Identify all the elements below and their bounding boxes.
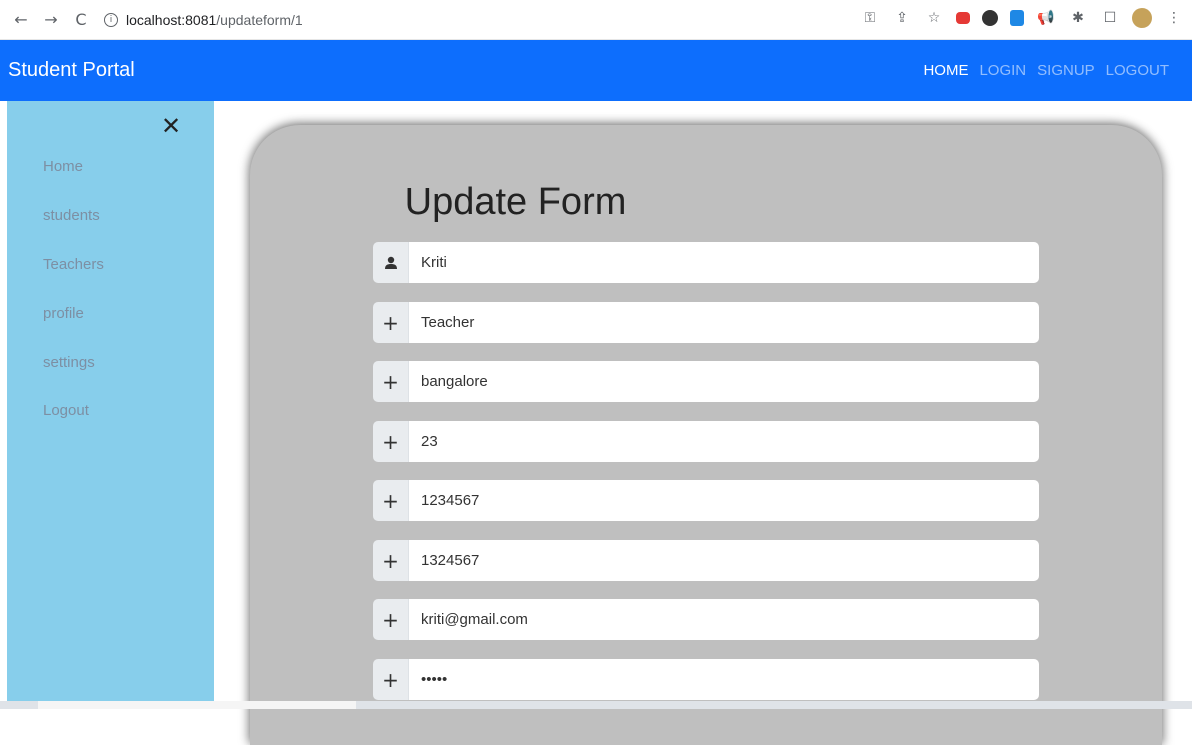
brand-title[interactable]: Student Portal <box>8 59 135 82</box>
phone-input[interactable] <box>409 480 1039 521</box>
side-panel-icon[interactable]: ☐ <box>1100 8 1120 28</box>
puzzle-icon[interactable]: ✱ <box>1068 8 1088 28</box>
plus-icon: + <box>373 599 409 640</box>
url-path: /updateform/1 <box>216 11 303 28</box>
sidebar-item-profile[interactable]: profile <box>43 305 84 322</box>
role-field: + <box>373 302 1039 343</box>
city-field: + <box>373 361 1039 402</box>
plus-icon: + <box>373 659 409 700</box>
url-host: localhost:8081 <box>126 11 217 28</box>
password-input[interactable] <box>409 659 1039 700</box>
forward-arrow-icon[interactable]: → <box>40 9 62 31</box>
sidebar-item-teachers[interactable]: Teachers <box>43 256 104 273</box>
star-icon[interactable]: ☆ <box>924 8 944 28</box>
password-field: + <box>373 659 1039 700</box>
email-input[interactable] <box>409 599 1039 640</box>
plus-icon: + <box>373 540 409 581</box>
sidebar-item-home[interactable]: Home <box>43 158 83 175</box>
browser-toolbar: ← → C i localhost:8081/updateform/1 ⚿ ⇪ … <box>0 0 1192 40</box>
alt-phone-field: + <box>373 540 1039 581</box>
top-navbar: Student Portal HOME LOGIN SIGNUP LOGOUT <box>0 40 1192 101</box>
share-icon[interactable]: ⇪ <box>892 8 912 28</box>
role-input[interactable] <box>409 302 1039 343</box>
nav-link-home[interactable]: HOME <box>923 62 968 79</box>
scrollbar-thumb[interactable] <box>38 701 356 709</box>
page-title: Update Form <box>404 181 627 223</box>
extension-red-icon[interactable] <box>956 12 970 24</box>
alt-phone-input[interactable] <box>409 540 1039 581</box>
address-bar[interactable]: i localhost:8081/updateform/1 <box>104 12 303 28</box>
phone-field: + <box>373 480 1039 521</box>
age-input[interactable] <box>409 421 1039 462</box>
extension-dark-icon[interactable] <box>982 10 998 26</box>
nav-link-login[interactable]: LOGIN <box>979 62 1026 79</box>
key-icon[interactable]: ⚿ <box>860 8 880 28</box>
back-arrow-icon[interactable]: ← <box>10 9 32 31</box>
nav-link-signup[interactable]: SIGNUP <box>1037 62 1095 79</box>
nav-links: HOME LOGIN SIGNUP LOGOUT <box>923 62 1169 79</box>
name-input[interactable] <box>409 242 1039 283</box>
plus-icon: + <box>373 421 409 462</box>
email-field: + <box>373 599 1039 640</box>
info-icon[interactable]: i <box>104 12 118 27</box>
profile-avatar-icon[interactable] <box>1132 8 1152 28</box>
plus-icon: + <box>373 302 409 343</box>
sidebar-item-logout[interactable]: Logout <box>43 402 89 419</box>
close-icon[interactable]: ✕ <box>160 114 182 138</box>
city-input[interactable] <box>409 361 1039 402</box>
plus-icon: + <box>373 480 409 521</box>
horizontal-scrollbar[interactable] <box>0 701 1192 709</box>
sidebar-item-settings[interactable]: settings <box>43 354 95 371</box>
menu-kebab-icon[interactable]: ⋮ <box>1164 8 1184 28</box>
reload-icon[interactable]: C <box>70 9 92 31</box>
megaphone-icon[interactable]: 📢 <box>1036 8 1056 28</box>
nav-link-logout[interactable]: LOGOUT <box>1106 62 1169 79</box>
extension-blue-icon[interactable] <box>1010 10 1024 26</box>
plus-icon: + <box>373 361 409 402</box>
person-icon <box>373 242 409 283</box>
browser-actions: ⚿ ⇪ ☆ 📢 ✱ ☐ ⋮ <box>860 8 1184 28</box>
age-field: + <box>373 421 1039 462</box>
name-field <box>373 242 1039 283</box>
